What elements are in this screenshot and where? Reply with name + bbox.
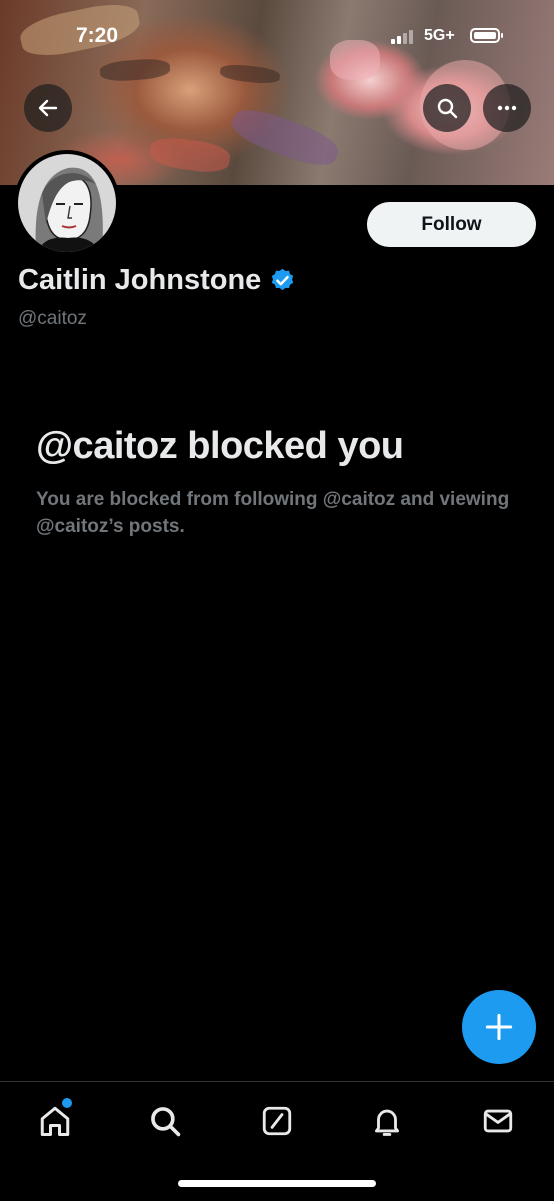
- home-notification-dot: [62, 1098, 72, 1108]
- bell-icon: [374, 1109, 400, 1136]
- profile-handle: @caitoz: [18, 308, 87, 329]
- status-bar: 7:20 5G+: [0, 0, 554, 70]
- verified-badge-icon[interactable]: [269, 267, 296, 294]
- compose-button[interactable]: [462, 990, 536, 1064]
- back-button[interactable]: [24, 84, 72, 132]
- grok-icon: [262, 1106, 292, 1136]
- blocked-title: @caitoz blocked you: [36, 425, 404, 467]
- tab-notifications[interactable]: [367, 1101, 407, 1141]
- arrow-left-icon: [38, 99, 58, 117]
- search-icon: [437, 98, 458, 119]
- avatar-portrait-image: [18, 154, 116, 252]
- avatar[interactable]: [14, 150, 120, 256]
- more-horizontal-icon: [497, 105, 517, 111]
- profile-name: Caitlin Johnstone: [18, 264, 262, 296]
- tab-search[interactable]: [145, 1101, 185, 1141]
- profile-name-row: Caitlin Johnstone: [18, 264, 296, 297]
- tab-messages[interactable]: [478, 1101, 518, 1141]
- search-button[interactable]: [423, 84, 471, 132]
- envelope-icon: [483, 1109, 513, 1133]
- home-indicator: [178, 1180, 376, 1187]
- tab-grok[interactable]: [257, 1101, 297, 1141]
- blocked-description: You are blocked from following @caitoz a…: [36, 489, 510, 537]
- home-icon: [40, 1106, 70, 1136]
- status-time: 7:20: [76, 24, 119, 47]
- plus-icon: [485, 1013, 513, 1041]
- search-icon: [151, 1107, 181, 1137]
- more-button[interactable]: [483, 84, 531, 132]
- cellular-signal-icon: [391, 30, 413, 44]
- follow-button[interactable]: Follow: [367, 202, 536, 247]
- battery-icon: [470, 28, 503, 43]
- tab-home[interactable]: [35, 1098, 75, 1141]
- network-type: 5G+: [424, 27, 455, 44]
